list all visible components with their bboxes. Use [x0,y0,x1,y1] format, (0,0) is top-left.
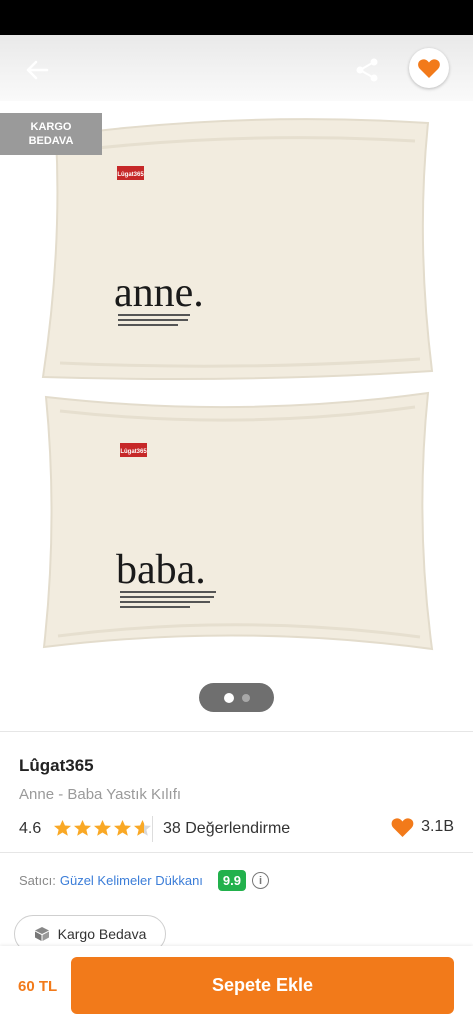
add-to-cart-button[interactable]: Sepete Ekle [71,957,454,1014]
price: 60 TL [18,978,58,995]
rating-value: 4.6 [19,820,42,837]
favorites-count[interactable]: 3.1B [390,816,454,838]
reviews-link[interactable]: 38 Değerlendirme [163,820,290,838]
favorite-button[interactable] [409,48,449,88]
heart-icon [418,59,440,78]
divider [0,731,473,732]
top-app-bar [0,35,473,101]
seller-row: Satıcı: Güzel Kelimeler Dükkanı 9.9 i [19,870,269,891]
badge-line-2: BEDAVA [28,135,74,147]
star-half-icon [133,819,152,836]
back-button[interactable] [22,55,52,85]
product-image-gallery[interactable]: Lûgat365 anne. Lûgat365 baba. KARGO BEDA… [0,101,473,731]
share-button[interactable] [352,55,382,85]
free-shipping-label: Kargo Bedava [57,926,147,942]
badge-line-1: KARGO [30,121,72,133]
favorites-count-value: 3.1B [421,818,454,835]
product-name: Anne - Baba Yastık Kılıfı [19,786,182,803]
image-pager[interactable] [199,683,274,712]
divider [0,852,473,853]
bottom-action-bar: 60 TL Sepete Ekle [0,946,473,1024]
seller-score-badge: 9.9 [217,870,246,891]
rating-stars [53,819,152,837]
box-icon [34,927,49,941]
seller-label: Satıcı: [19,873,56,888]
star-icon [93,819,112,836]
heart-icon [391,818,414,837]
arrow-left-icon [26,60,49,80]
status-bar [0,0,473,35]
pillow-word-bottom: baba. [116,547,206,593]
star-icon [73,819,92,836]
pillow-label-top: Lûgat365 [117,172,144,178]
seller-name-link[interactable]: Güzel Kelimeler Dükkanı [60,873,203,888]
pillow-word-top: anne. [114,270,204,316]
pillow-label-bottom: Lûgat365 [120,449,147,455]
share-icon [356,58,378,82]
star-icon [53,819,72,836]
star-icon [113,819,132,836]
pager-dot-active[interactable] [223,692,234,703]
vertical-divider [152,816,153,842]
brand-name[interactable]: Lûgat365 [19,756,94,776]
free-shipping-badge: KARGO BEDAVA [0,113,102,155]
product-image: Lûgat365 anne. Lûgat365 baba. [41,118,434,651]
info-icon[interactable]: i [252,872,269,889]
pager-dot[interactable] [241,693,250,702]
rating-row: 4.6 38 Değerlendirme 3.1B [19,816,454,842]
